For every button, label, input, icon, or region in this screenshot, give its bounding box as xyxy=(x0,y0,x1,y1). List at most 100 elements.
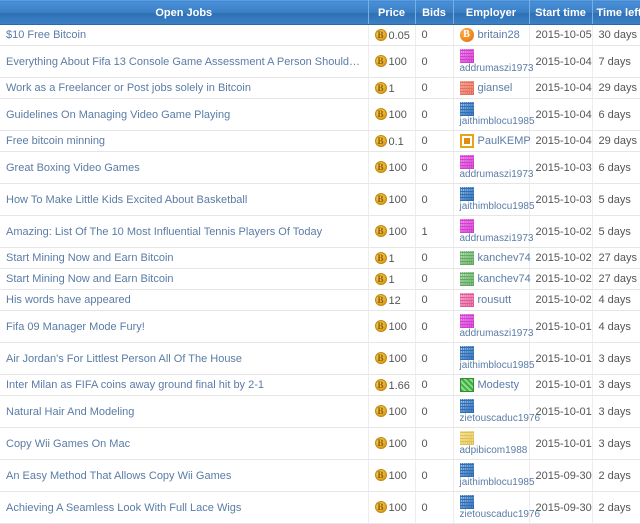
employer-name-link[interactable]: zietouscaduc1976 xyxy=(460,413,541,424)
employer-name-link[interactable]: kanchev74 xyxy=(478,273,531,285)
job-bids-cell: 0 xyxy=(415,491,454,524)
price-value: 100 xyxy=(388,353,407,365)
employer-name-link[interactable]: Modesty xyxy=(478,379,520,391)
job-start-time-cell: 2015-10-03 xyxy=(529,151,593,184)
job-title-link[interactable]: Inter Milan as FIFA coins away ground fi… xyxy=(0,374,369,396)
column-header-time-left[interactable]: Time left xyxy=(592,0,640,25)
employer-block: giansel xyxy=(459,81,523,95)
job-title-link[interactable]: Great Boxing Video Games xyxy=(0,151,369,184)
job-title-link[interactable]: Copy Wii Games On Mac xyxy=(0,427,369,460)
employer-name-link[interactable]: kanchev74 xyxy=(478,252,531,264)
job-title-link[interactable]: Free bitcoin minning xyxy=(0,130,369,152)
employer-name-link[interactable]: addrumaszi1973 xyxy=(460,233,534,244)
job-title-link[interactable]: An Easy Method That Allows Copy Wii Game… xyxy=(0,459,369,492)
employer-avatar-icon xyxy=(459,187,474,201)
job-start-time-cell: 2015-10-02 xyxy=(529,215,593,248)
price-value: 1.66 xyxy=(388,379,410,392)
employer-name-link[interactable]: giansel xyxy=(478,82,513,94)
employer-name-link[interactable]: rousutt xyxy=(478,294,512,306)
job-title-link[interactable]: Work as a Freelancer or Post jobs solely… xyxy=(0,77,369,99)
job-price-cell: 0.05 xyxy=(368,24,416,46)
employer-name-link[interactable]: addrumaszi1973 xyxy=(460,63,534,74)
job-title-link[interactable]: Achieving A Seamless Look With Full Lace… xyxy=(0,491,369,524)
table-body: $10 Free Bitcoin 0.05 0 britain28 2015-10-05… xyxy=(0,24,640,524)
bitcoin-coin-icon xyxy=(374,437,387,449)
employer-avatar-icon xyxy=(459,219,474,233)
job-start-time-cell: 2015-10-01 xyxy=(529,342,593,375)
job-time-left-cell: 5 days xyxy=(592,183,640,216)
job-title-link[interactable]: Natural Hair And Modeling xyxy=(0,395,369,428)
job-employer-cell: addrumaszi1973 xyxy=(453,310,533,343)
table-row: Work as a Freelancer or Post jobs solely… xyxy=(0,77,640,99)
price-value: 100 xyxy=(388,226,407,238)
table-row: Start Mining Now and Earn Bitcoin 1 0 kanch… xyxy=(0,247,640,269)
job-title-link[interactable]: Air Jordan's For Littlest Person All Of … xyxy=(0,342,369,375)
price-value: 100 xyxy=(388,502,407,514)
table-row: Inter Milan as FIFA coins away ground fi… xyxy=(0,374,640,396)
job-bids-cell: 0 xyxy=(415,310,454,343)
employer-name-link[interactable]: PaulKEMP xyxy=(478,135,531,147)
column-header-bids[interactable]: Bids xyxy=(415,0,454,25)
job-time-left-cell: 6 days xyxy=(592,98,640,131)
employer-name-link[interactable]: adpibicom1988 xyxy=(460,445,528,456)
job-employer-cell: jaithimblocu1985 xyxy=(453,98,535,131)
job-price-cell: 100 xyxy=(368,342,416,375)
employer-name-link[interactable]: addrumaszi1973 xyxy=(460,328,534,339)
job-bids-cell: 0 xyxy=(415,130,454,152)
job-start-time-cell: 2015-10-04 xyxy=(529,77,593,99)
job-start-time-cell: 2015-10-02 xyxy=(529,247,593,269)
job-title-link[interactable]: His words have appeared xyxy=(0,289,369,311)
table-row: $10 Free Bitcoin 0.05 0 britain28 2015-10-05… xyxy=(0,24,640,46)
bitcoin-coin-icon xyxy=(374,501,387,513)
job-bids-cell: 0 xyxy=(415,342,454,375)
column-header-employer[interactable]: Employer xyxy=(453,0,530,25)
employer-block: zietouscaduc1976 xyxy=(459,495,540,520)
employer-name-link[interactable]: jaithimblocu1985 xyxy=(460,116,535,127)
job-price-cell: 0.1 xyxy=(368,130,416,152)
column-header-open-jobs[interactable]: Open Jobs xyxy=(0,0,369,25)
job-title-link[interactable]: Start Mining Now and Earn Bitcoin xyxy=(0,268,369,290)
job-title-link[interactable]: Fifa 09 Manager Mode Fury! xyxy=(0,310,369,343)
table-row: Guidelines On Managing Video Game Playin… xyxy=(0,98,640,131)
job-title-link[interactable]: Start Mining Now and Earn Bitcoin xyxy=(0,247,369,269)
table-row: Copy Wii Games On Mac 100 0 adpibicom198820… xyxy=(0,427,640,460)
employer-block: jaithimblocu1985 xyxy=(459,102,535,127)
bitcoin-coin-icon xyxy=(374,251,387,264)
employer-avatar-icon xyxy=(459,399,474,413)
job-title-link[interactable]: $10 Free Bitcoin xyxy=(0,24,369,46)
employer-name-link[interactable]: zietouscaduc1976 xyxy=(460,509,541,520)
column-header-start-time[interactable]: Start time xyxy=(529,0,593,25)
column-header-price[interactable]: Price xyxy=(368,0,416,25)
employer-block: addrumaszi1973 xyxy=(459,219,533,244)
job-bids-cell: 0 xyxy=(415,98,454,131)
job-time-left-cell: 29 days xyxy=(592,130,640,152)
job-start-time-cell: 2015-10-01 xyxy=(529,310,593,343)
table-row: Start Mining Now and Earn Bitcoin 1 0 kanch… xyxy=(0,268,640,290)
job-title-link[interactable]: How To Make Little Kids Excited About Ba… xyxy=(0,183,369,216)
employer-avatar-icon xyxy=(459,293,474,307)
employer-name-link[interactable]: addrumaszi1973 xyxy=(460,169,534,180)
job-time-left-cell: 30 days xyxy=(592,24,640,46)
job-start-time-cell: 2015-10-01 xyxy=(529,374,593,396)
job-title-link[interactable]: Amazing: List Of The 10 Most Influential… xyxy=(0,215,369,248)
job-start-time-cell: 2015-10-03 xyxy=(529,183,593,216)
job-bids-cell: 0 xyxy=(415,289,454,311)
job-price-cell: 100 xyxy=(368,151,416,184)
job-bids-cell: 0 xyxy=(415,395,454,428)
employer-name-link[interactable]: britain28 xyxy=(478,29,520,41)
bitcoin-coin-icon xyxy=(374,161,387,173)
bitcoin-coin-icon xyxy=(374,469,387,481)
employer-block: addrumaszi1973 xyxy=(459,155,533,180)
table-row: Everything About Fifa 13 Console Game As… xyxy=(0,45,640,78)
employer-name-link[interactable]: jaithimblocu1985 xyxy=(460,201,535,212)
job-employer-cell: zietouscaduc1976 xyxy=(453,395,540,428)
job-bids-cell: 0 xyxy=(415,151,454,184)
price-value: 100 xyxy=(388,56,407,68)
employer-name-link[interactable]: jaithimblocu1985 xyxy=(460,477,535,488)
job-employer-cell: jaithimblocu1985 xyxy=(453,459,535,492)
job-title-link[interactable]: Guidelines On Managing Video Game Playin… xyxy=(0,98,369,131)
bitcoin-coin-icon xyxy=(374,378,387,391)
job-title-link[interactable]: Everything About Fifa 13 Console Game As… xyxy=(0,45,369,78)
job-time-left-cell: 27 days xyxy=(592,247,640,269)
employer-name-link[interactable]: jaithimblocu1985 xyxy=(460,360,535,371)
